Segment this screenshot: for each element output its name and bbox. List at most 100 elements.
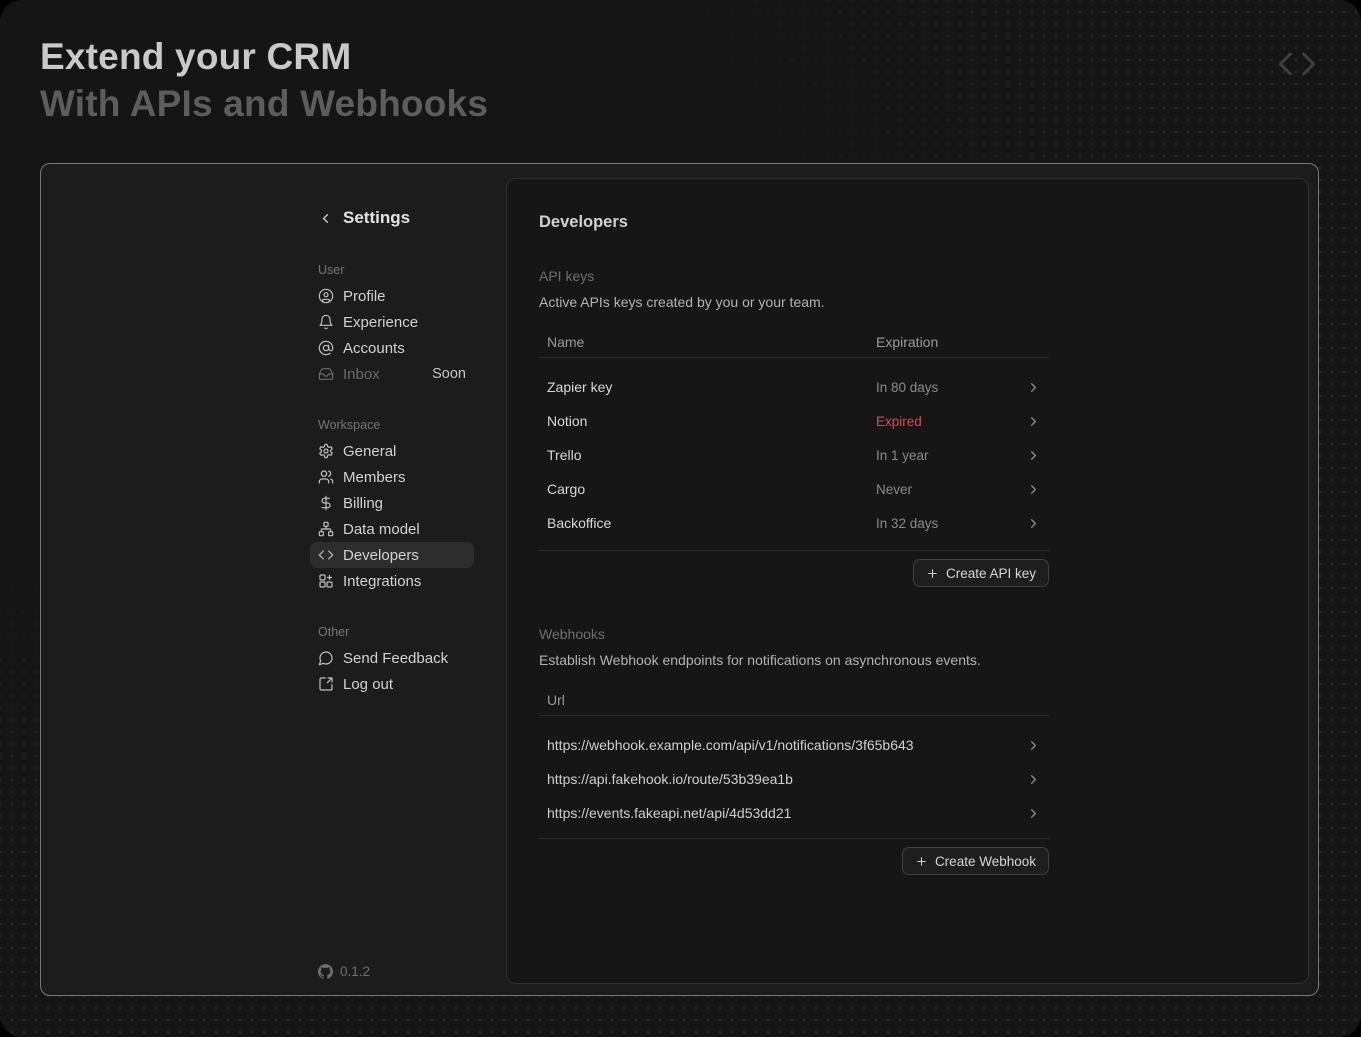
inbox-icon — [318, 366, 334, 382]
sidebar-section-label: User — [310, 262, 474, 278]
chevron-right-icon[interactable] — [1026, 516, 1041, 531]
column-header-expiration: Expiration — [876, 334, 938, 350]
plus-icon — [915, 855, 928, 868]
sidebar-section-label: Workspace — [310, 417, 474, 433]
api-key-name: Backoffice — [547, 515, 876, 531]
api-key-row[interactable]: Zapier key In 80 days — [539, 370, 1049, 404]
api-key-name: Trello — [547, 447, 876, 463]
column-header-url: Url — [547, 692, 876, 708]
webhook-row[interactable]: https://webhook.example.com/api/v1/notif… — [539, 728, 1049, 762]
chevron-right-icon[interactable] — [1026, 414, 1041, 429]
soon-badge: Soon — [432, 366, 466, 382]
webhook-url: https://events.fakeapi.net/api/4d53dd21 — [547, 805, 1026, 821]
api-key-name: Cargo — [547, 481, 876, 497]
webhooks-table-header: Url — [539, 690, 1049, 710]
sidebar-item-label: Profile — [343, 288, 386, 305]
app-version: 0.1.2 — [318, 964, 370, 979]
users-icon — [318, 469, 334, 485]
sidebar-item-label: Members — [343, 469, 406, 486]
sidebar-item-experience[interactable]: Experience — [310, 309, 474, 335]
at-sign-icon — [318, 340, 334, 356]
sidebar-item-inbox[interactable]: Inbox Soon — [310, 361, 474, 387]
create-webhook-label: Create Webhook — [935, 854, 1036, 869]
webhook-row[interactable]: https://api.fakehook.io/route/53b39ea1b — [539, 762, 1049, 796]
settings-back-label: Settings — [343, 208, 410, 228]
divider — [539, 550, 1049, 551]
message-circle-icon — [318, 650, 334, 666]
chevron-right-icon[interactable] — [1026, 738, 1041, 753]
sidebar-item-label: Integrations — [343, 573, 421, 590]
code-icon — [1277, 44, 1317, 84]
api-key-name: Zapier key — [547, 379, 876, 395]
sidebar-item-data-model[interactable]: Data model — [310, 516, 474, 542]
network-icon — [318, 521, 334, 537]
page: Extend your CRM With APIs and Webhooks S… — [0, 0, 1361, 1037]
bell-icon — [318, 314, 334, 330]
sidebar-item-label: Log out — [343, 676, 393, 693]
api-keys-table-header: Name Expiration — [539, 332, 1049, 352]
api-key-row[interactable]: Trello In 1 year — [539, 438, 1049, 472]
sidebar-item-developers[interactable]: Developers — [310, 542, 474, 568]
sidebar-section-label: Other — [310, 624, 474, 640]
sidebar-item-label: Billing — [343, 495, 383, 512]
sidebar-item-log-out[interactable]: Log out — [310, 671, 474, 697]
api-key-expiration: In 32 days — [876, 516, 1026, 531]
squares-plus-icon — [318, 573, 334, 589]
page-title: Extend your CRM — [40, 33, 488, 80]
api-key-expiration: In 80 days — [876, 380, 1026, 395]
user-circle-icon — [318, 288, 334, 304]
sidebar-item-label: Developers — [343, 547, 419, 564]
developers-panel: Developers API keys Active APIs keys cre… — [506, 178, 1309, 984]
sidebar-sections: User Profile Experience Accounts Inbox S… — [310, 262, 474, 697]
sidebar-section: User Profile Experience Accounts Inbox S… — [310, 262, 474, 387]
api-key-row[interactable]: Cargo Never — [539, 472, 1049, 506]
gear-icon — [318, 443, 334, 459]
sidebar-section: Workspace General Members Billing Data m… — [310, 417, 474, 594]
api-keys-section-label: API keys — [539, 268, 1049, 284]
page-subtitle: With APIs and Webhooks — [40, 80, 488, 127]
api-key-expiration: In 1 year — [876, 448, 1026, 463]
create-webhook-button[interactable]: Create Webhook — [902, 847, 1049, 875]
panel-content: Developers API keys Active APIs keys cre… — [539, 179, 1049, 875]
create-api-key-label: Create API key — [946, 566, 1036, 581]
api-keys-description: Active APIs keys created by you or your … — [539, 294, 1049, 311]
settings-sidebar: Settings User Profile Experience Account… — [310, 206, 474, 697]
sidebar-item-label: Send Feedback — [343, 650, 448, 667]
plus-icon — [926, 567, 939, 580]
settings-back-button[interactable]: Settings — [310, 206, 474, 230]
sidebar-item-general[interactable]: General — [310, 438, 474, 464]
api-key-expiration: Expired — [876, 414, 1026, 429]
webhook-row[interactable]: https://events.fakeapi.net/api/4d53dd21 — [539, 796, 1049, 830]
chevron-right-icon[interactable] — [1026, 772, 1041, 787]
sidebar-item-label: Accounts — [343, 340, 405, 357]
webhook-url: https://webhook.example.com/api/v1/notif… — [547, 737, 1026, 753]
create-api-key-button[interactable]: Create API key — [913, 559, 1049, 587]
sidebar-item-send-feedback[interactable]: Send Feedback — [310, 645, 474, 671]
sidebar-item-billing[interactable]: Billing — [310, 490, 474, 516]
sidebar-item-accounts[interactable]: Accounts — [310, 335, 474, 361]
chevron-right-icon[interactable] — [1026, 482, 1041, 497]
chevron-right-icon[interactable] — [1026, 806, 1041, 821]
sidebar-item-label: Experience — [343, 314, 418, 331]
chevron-left-icon — [318, 211, 333, 226]
sidebar-item-integrations[interactable]: Integrations — [310, 568, 474, 594]
api-key-name: Notion — [547, 413, 876, 429]
chevron-right-icon[interactable] — [1026, 448, 1041, 463]
api-key-row[interactable]: Notion Expired — [539, 404, 1049, 438]
logout-icon — [318, 676, 334, 692]
sidebar-item-label: General — [343, 443, 396, 460]
sidebar-item-label: Inbox — [343, 366, 380, 383]
divider — [539, 838, 1049, 839]
hero-header: Extend your CRM With APIs and Webhooks — [40, 33, 488, 127]
api-key-expiration: Never — [876, 482, 1026, 497]
api-key-row[interactable]: Backoffice In 32 days — [539, 506, 1049, 540]
chevron-right-icon[interactable] — [1026, 380, 1041, 395]
sidebar-item-profile[interactable]: Profile — [310, 283, 474, 309]
sidebar-item-members[interactable]: Members — [310, 464, 474, 490]
divider — [539, 357, 1049, 358]
webhooks-table: https://webhook.example.com/api/v1/notif… — [539, 724, 1049, 830]
webhook-url: https://api.fakehook.io/route/53b39ea1b — [547, 771, 1026, 787]
webhooks-description: Establish Webhook endpoints for notifica… — [539, 652, 1049, 669]
webhooks-section-label: Webhooks — [539, 626, 1049, 642]
github-icon — [318, 964, 333, 979]
